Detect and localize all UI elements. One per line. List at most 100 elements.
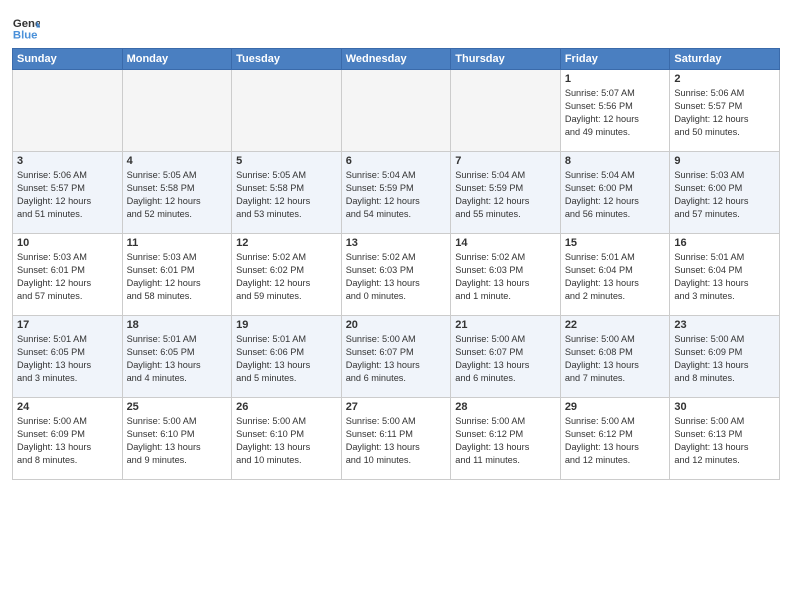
- day-cell: 25 Sunrise: 5:00 AM Sunset: 6:10 PM Dayli…: [122, 398, 232, 480]
- day-number: 17: [17, 319, 118, 331]
- day-cell: 26Sunrise: 5:00 AM Sunset: 6:10 PM Dayli…: [232, 398, 342, 480]
- day-number: 19: [236, 319, 337, 331]
- day-number: 22: [565, 319, 666, 331]
- day-cell: 3 Sunrise: 5:06 AM Sunset: 5:57 PM Daylig…: [13, 152, 123, 234]
- day-number: 16: [674, 237, 775, 249]
- day-info: Sunrise: 5:00 AM Sunset: 6:08 PM Dayligh…: [565, 333, 666, 385]
- main-container: General Blue SundayMondayTuesdayWednesda…: [0, 0, 792, 486]
- day-info: Sunrise: 5:04 AM Sunset: 5:59 PM Dayligh…: [346, 169, 447, 221]
- day-number: 1: [565, 73, 666, 85]
- day-info: Sunrise: 5:00 AM Sunset: 6:12 PM Dayligh…: [455, 415, 556, 467]
- day-number: 5: [236, 155, 337, 167]
- day-info: Sunrise: 5:00 AM Sunset: 6:07 PM Dayligh…: [346, 333, 447, 385]
- day-number: 12: [236, 237, 337, 249]
- day-number: 9: [674, 155, 775, 167]
- day-info: Sunrise: 5:00 AM Sunset: 6:10 PM Dayligh…: [127, 415, 228, 467]
- day-number: 11: [127, 237, 228, 249]
- day-number: 4: [127, 155, 228, 167]
- day-cell: 8 Sunrise: 5:04 AM Sunset: 6:00 PM Daylig…: [560, 152, 670, 234]
- day-cell: 24Sunrise: 5:00 AM Sunset: 6:09 PM Dayli…: [13, 398, 123, 480]
- day-cell: 14Sunrise: 5:02 AM Sunset: 6:03 PM Dayli…: [451, 234, 561, 316]
- header-wednesday: Wednesday: [341, 49, 451, 70]
- day-number: 24: [17, 401, 118, 413]
- day-info: Sunrise: 5:03 AM Sunset: 6:00 PM Dayligh…: [674, 169, 775, 221]
- day-cell: 18 Sunrise: 5:01 AM Sunset: 6:05 PM Dayli…: [122, 316, 232, 398]
- day-cell: 10 Sunrise: 5:03 AM Sunset: 6:01 PM Dayli…: [13, 234, 123, 316]
- day-number: 18: [127, 319, 228, 331]
- day-number: 6: [346, 155, 447, 167]
- day-info: Sunrise: 5:00 AM Sunset: 6:10 PM Dayligh…: [236, 415, 337, 467]
- day-number: 21: [455, 319, 556, 331]
- day-number: 27: [346, 401, 447, 413]
- day-info: Sunrise: 5:01 AM Sunset: 6:04 PM Dayligh…: [674, 251, 775, 303]
- day-number: 25: [127, 401, 228, 413]
- day-cell: 1 Sunrise: 5:07 AM Sunset: 5:56 PM Daylig…: [560, 70, 670, 152]
- day-number: 20: [346, 319, 447, 331]
- week-row-4: 17 Sunrise: 5:01 AM Sunset: 6:05 PM Dayli…: [13, 316, 780, 398]
- day-cell: 5 Sunrise: 5:05 AM Sunset: 5:58 PM Daylig…: [232, 152, 342, 234]
- day-number: 15: [565, 237, 666, 249]
- day-cell: 30Sunrise: 5:00 AM Sunset: 6:13 PM Dayli…: [670, 398, 780, 480]
- header-monday: Monday: [122, 49, 232, 70]
- day-cell: 28Sunrise: 5:00 AM Sunset: 6:12 PM Dayli…: [451, 398, 561, 480]
- logo-icon: General Blue: [12, 14, 40, 42]
- day-info: Sunrise: 5:01 AM Sunset: 6:04 PM Dayligh…: [565, 251, 666, 303]
- day-info: Sunrise: 5:04 AM Sunset: 5:59 PM Dayligh…: [455, 169, 556, 221]
- svg-text:Blue: Blue: [13, 30, 38, 42]
- day-info: Sunrise: 5:05 AM Sunset: 5:58 PM Dayligh…: [127, 169, 228, 221]
- header-thursday: Thursday: [451, 49, 561, 70]
- day-number: 13: [346, 237, 447, 249]
- day-cell: 21 Sunrise: 5:00 AM Sunset: 6:07 PM Dayli…: [451, 316, 561, 398]
- day-cell: 7 Sunrise: 5:04 AM Sunset: 5:59 PM Daylig…: [451, 152, 561, 234]
- day-cell: 4 Sunrise: 5:05 AM Sunset: 5:58 PM Daylig…: [122, 152, 232, 234]
- day-info: Sunrise: 5:07 AM Sunset: 5:56 PM Dayligh…: [565, 87, 666, 139]
- header-sunday: Sunday: [13, 49, 123, 70]
- day-info: Sunrise: 5:03 AM Sunset: 6:01 PM Dayligh…: [17, 251, 118, 303]
- day-cell: 2 Sunrise: 5:06 AM Sunset: 5:57 PM Daylig…: [670, 70, 780, 152]
- logo: General Blue: [12, 14, 44, 42]
- day-cell: [451, 70, 561, 152]
- week-row-1: 1 Sunrise: 5:07 AM Sunset: 5:56 PM Daylig…: [13, 70, 780, 152]
- day-number: 29: [565, 401, 666, 413]
- day-cell: 22 Sunrise: 5:00 AM Sunset: 6:08 PM Dayli…: [560, 316, 670, 398]
- day-number: 23: [674, 319, 775, 331]
- header-saturday: Saturday: [670, 49, 780, 70]
- day-info: Sunrise: 5:00 AM Sunset: 6:12 PM Dayligh…: [565, 415, 666, 467]
- day-number: 8: [565, 155, 666, 167]
- day-number: 2: [674, 73, 775, 85]
- week-row-3: 10 Sunrise: 5:03 AM Sunset: 6:01 PM Dayli…: [13, 234, 780, 316]
- day-info: Sunrise: 5:04 AM Sunset: 6:00 PM Dayligh…: [565, 169, 666, 221]
- day-cell: 12 Sunrise: 5:02 AM Sunset: 6:02 PM Dayli…: [232, 234, 342, 316]
- day-cell: [341, 70, 451, 152]
- header: General Blue: [12, 10, 780, 42]
- day-cell: 16 Sunrise: 5:01 AM Sunset: 6:04 PM Dayli…: [670, 234, 780, 316]
- day-info: Sunrise: 5:01 AM Sunset: 6:06 PM Dayligh…: [236, 333, 337, 385]
- day-number: 7: [455, 155, 556, 167]
- day-info: Sunrise: 5:01 AM Sunset: 6:05 PM Dayligh…: [17, 333, 118, 385]
- day-info: Sunrise: 5:05 AM Sunset: 5:58 PM Dayligh…: [236, 169, 337, 221]
- day-info: Sunrise: 5:02 AM Sunset: 6:03 PM Dayligh…: [455, 251, 556, 303]
- day-info: Sunrise: 5:01 AM Sunset: 6:05 PM Dayligh…: [127, 333, 228, 385]
- day-cell: 6 Sunrise: 5:04 AM Sunset: 5:59 PM Daylig…: [341, 152, 451, 234]
- day-number: 3: [17, 155, 118, 167]
- day-info: Sunrise: 5:00 AM Sunset: 6:11 PM Dayligh…: [346, 415, 447, 467]
- day-cell: 11Sunrise: 5:03 AM Sunset: 6:01 PM Dayli…: [122, 234, 232, 316]
- day-cell: 9 Sunrise: 5:03 AM Sunset: 6:00 PM Daylig…: [670, 152, 780, 234]
- day-cell: 19 Sunrise: 5:01 AM Sunset: 6:06 PM Dayli…: [232, 316, 342, 398]
- calendar-table: SundayMondayTuesdayWednesdayThursdayFrid…: [12, 48, 780, 480]
- day-cell: 17 Sunrise: 5:01 AM Sunset: 6:05 PM Dayli…: [13, 316, 123, 398]
- day-info: Sunrise: 5:02 AM Sunset: 6:03 PM Dayligh…: [346, 251, 447, 303]
- day-info: Sunrise: 5:06 AM Sunset: 5:57 PM Dayligh…: [674, 87, 775, 139]
- day-cell: [13, 70, 123, 152]
- day-info: Sunrise: 5:00 AM Sunset: 6:07 PM Dayligh…: [455, 333, 556, 385]
- day-cell: [122, 70, 232, 152]
- svg-text:General: General: [13, 18, 40, 30]
- day-info: Sunrise: 5:02 AM Sunset: 6:02 PM Dayligh…: [236, 251, 337, 303]
- day-info: Sunrise: 5:06 AM Sunset: 5:57 PM Dayligh…: [17, 169, 118, 221]
- day-number: 10: [17, 237, 118, 249]
- day-info: Sunrise: 5:00 AM Sunset: 6:09 PM Dayligh…: [674, 333, 775, 385]
- day-cell: 20 Sunrise: 5:00 AM Sunset: 6:07 PM Dayli…: [341, 316, 451, 398]
- header-tuesday: Tuesday: [232, 49, 342, 70]
- day-info: Sunrise: 5:00 AM Sunset: 6:13 PM Dayligh…: [674, 415, 775, 467]
- day-cell: 27 Sunrise: 5:00 AM Sunset: 6:11 PM Dayli…: [341, 398, 451, 480]
